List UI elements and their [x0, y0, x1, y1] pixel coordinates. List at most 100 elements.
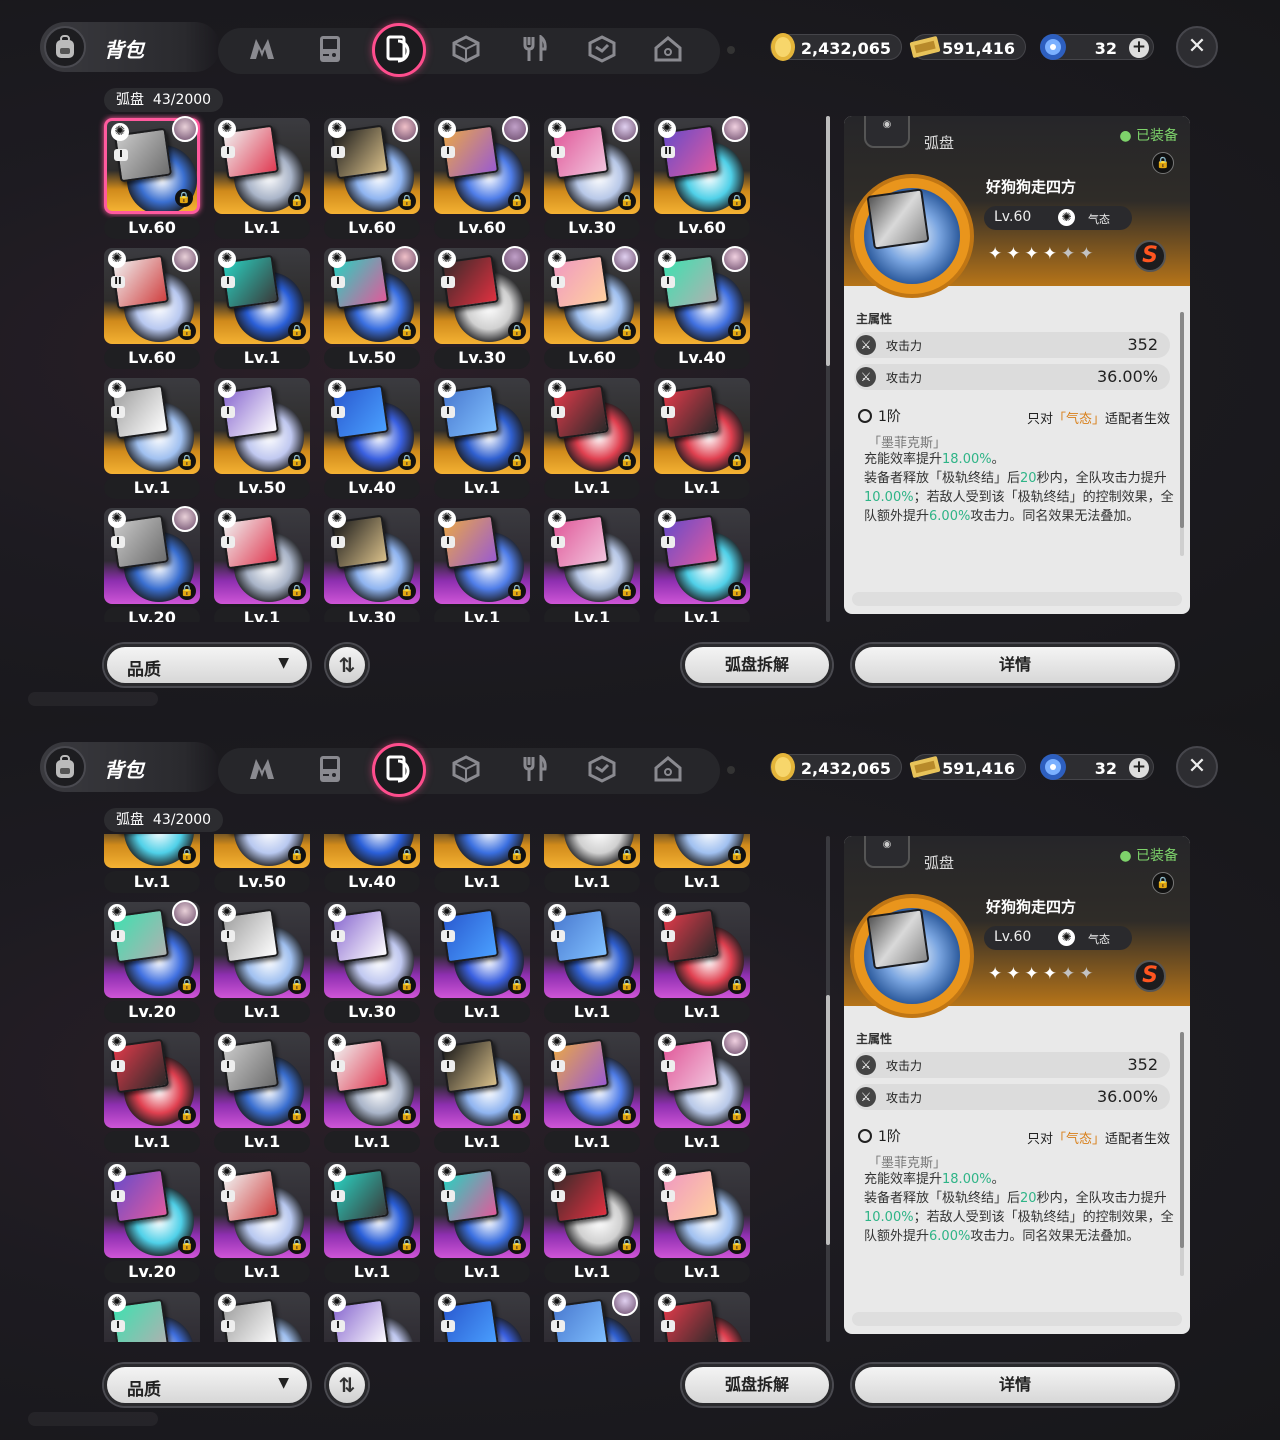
disc-item[interactable]: ✺I🔒Lv.40 [318, 834, 420, 900]
disc-item[interactable]: ✺I🔒 [98, 1290, 200, 1342]
disc-item[interactable]: ✺I🔒Lv.40 [318, 376, 420, 506]
detail-body[interactable]: 主属性 ⚔ 攻击力 352 ⚔ 攻击力 36.00% 1阶 只对「气态」适配者生… [844, 1006, 1190, 1334]
tab-n-logo[interactable] [244, 33, 280, 69]
disc-grid-viewport[interactable]: ✺ I 🔒 Lv.60 ✺ I 🔒 Lv.1 ✺ I 🔒 Lv.60 ✺ I 🔒 Lv.60 ✺ I 🔒 Lv.30 ✺… [98, 114, 764, 622]
disc-level: Lv.1 [324, 1131, 420, 1153]
disc-item[interactable]: ✺I🔒Lv.1 [538, 1160, 640, 1290]
disc-item[interactable]: ✺I🔒Lv.50 [318, 246, 420, 376]
disc-item[interactable]: ✺I🔒Lv.1 [648, 834, 750, 900]
tab-gameboy[interactable] [312, 33, 348, 69]
disc-item[interactable]: ✺I🔒Lv.50 [208, 376, 310, 506]
disc-item[interactable]: ✺I🔒Lv.1 [648, 1030, 750, 1160]
disc-item[interactable]: ✺ I 🔒 Lv.20 [98, 506, 200, 622]
disc-item[interactable]: ✺ I 🔒 Lv.60 [538, 246, 640, 376]
tab-cube[interactable] [448, 753, 484, 789]
disc-item[interactable]: ✺ I 🔒 Lv.30 [318, 506, 420, 622]
lock-toggle-button[interactable]: 🔒 [1152, 152, 1174, 174]
disc-item[interactable]: ✺ II 🔒 Lv.60 [98, 246, 200, 376]
disc-item[interactable]: ✺ I 🔒 Lv.30 [538, 116, 640, 246]
disc-item[interactable]: ✺I🔒Lv.50 [208, 834, 310, 900]
disc-item[interactable]: ✺ I 🔒 Lv.60 [98, 116, 200, 246]
grid-scroll-thumb[interactable] [826, 116, 830, 366]
detail-blurred-row [852, 1312, 1182, 1326]
disc-item[interactable]: ✺I🔒 [208, 1290, 310, 1342]
disc-item[interactable]: ✺I🔒Lv.1 [428, 376, 530, 506]
disc-item[interactable]: ✺I🔒Lv.1 [208, 1160, 310, 1290]
disc-grid-viewport[interactable]: ✺I🔒Lv.1✺I🔒Lv.50✺I🔒Lv.40✺I🔒Lv.1✺I🔒Lv.1✺I🔒… [98, 834, 764, 1342]
sort-order-button[interactable]: ⇅ [326, 644, 368, 686]
disc-item[interactable]: ✺I🔒Lv.1 [98, 834, 200, 900]
tab-discs[interactable] [372, 743, 426, 797]
detail-scrollbar[interactable] [1180, 312, 1184, 556]
tab-badge[interactable] [584, 753, 620, 789]
disc-item[interactable]: ✺I🔒Lv.1 [538, 1030, 640, 1160]
fork-spoon-icon [521, 753, 547, 787]
disc-item[interactable]: ✺I🔒Lv.40 [648, 246, 750, 376]
detail-scroll-thumb[interactable] [1180, 312, 1184, 528]
disc-item[interactable]: ✺I🔒Lv.1 [538, 900, 640, 1030]
disc-item[interactable]: ✺I🔒Lv.1 [648, 1160, 750, 1290]
disc-item[interactable]: ✺I🔒Lv.1 [428, 900, 530, 1030]
disc-item[interactable]: ✺I🔒Lv.1 [98, 1030, 200, 1160]
tab-house[interactable] [650, 33, 686, 69]
disc-item[interactable]: ✺I🔒 [648, 1290, 750, 1342]
disc-item[interactable]: ✺I🔒Lv.1 [208, 246, 310, 376]
disc-item[interactable]: ✺ II 🔒 Lv.60 [648, 116, 750, 246]
disc-item[interactable]: ✺I🔒Lv.1 [428, 1160, 530, 1290]
disc-item[interactable]: ✺ I 🔒 Lv.30 [428, 246, 530, 376]
disc-item[interactable]: ✺I🔒Lv.1 [538, 834, 640, 900]
grid-scroll-thumb[interactable] [826, 995, 830, 1245]
disc-item[interactable]: ✺I🔒 [538, 1290, 640, 1342]
close-button[interactable]: ✕ [1176, 26, 1218, 68]
detail-scrollbar[interactable] [1180, 1032, 1184, 1276]
disc-item[interactable]: ✺I🔒Lv.1 [428, 1030, 530, 1160]
tab-house[interactable] [650, 753, 686, 789]
disc-item[interactable]: ✺I🔒Lv.1 [428, 506, 530, 622]
disc-item[interactable]: ✺ I 🔒 Lv.60 [428, 116, 530, 246]
add-energy-button[interactable]: + [1129, 758, 1149, 778]
disc-item[interactable]: ✺I🔒 [428, 1290, 530, 1342]
quality-filter-dropdown[interactable]: 品质 ▼ [104, 644, 310, 686]
tab-food[interactable] [516, 33, 552, 69]
sort-order-button[interactable]: ⇅ [326, 1364, 368, 1406]
tab-badge[interactable] [584, 33, 620, 69]
disc-item[interactable]: ✺I🔒Lv.1 [538, 506, 640, 622]
disc-item[interactable]: ✺ I 🔒 Lv.60 [318, 116, 420, 246]
detail-scroll-thumb[interactable] [1180, 1032, 1184, 1248]
disc-item[interactable]: ✺I🔒Lv.1 [208, 900, 310, 1030]
grid-scrollbar[interactable] [826, 116, 830, 622]
lock-icon: 🔒 [618, 322, 636, 340]
tab-cube[interactable] [448, 33, 484, 69]
disc-item[interactable]: ✺I🔒Lv.1 [648, 506, 750, 622]
tab-discs[interactable] [372, 23, 426, 77]
close-button[interactable]: ✕ [1176, 746, 1218, 788]
disc-item[interactable]: ✺ I 🔒 Lv.20 [98, 1160, 200, 1290]
disc-level: Lv.60 [104, 347, 200, 369]
lock-toggle-button[interactable]: 🔒 [1152, 872, 1174, 894]
disc-item[interactable]: ✺I🔒 [318, 1290, 420, 1342]
disc-level: Lv.60 [994, 929, 1032, 945]
disc-item[interactable]: ✺ I 🔒 Lv.30 [318, 900, 420, 1030]
add-energy-button[interactable]: + [1129, 38, 1149, 58]
grid-scrollbar[interactable] [826, 836, 830, 1342]
disc-item[interactable]: ✺I🔒Lv.1 [208, 116, 310, 246]
detail-body[interactable]: 主属性 ⚔ 攻击力 352 ⚔ 攻击力 36.00% 1阶 只对「气态」适配者生… [844, 286, 1190, 614]
dismantle-button[interactable]: 弧盘拆解 [682, 644, 832, 686]
disc-item[interactable]: ✺I🔒Lv.1 [538, 376, 640, 506]
tab-gameboy[interactable] [312, 753, 348, 789]
disc-item[interactable]: ✺I🔒Lv.1 [428, 834, 530, 900]
details-button[interactable]: 详情 [852, 1364, 1178, 1406]
details-button[interactable]: 详情 [852, 644, 1178, 686]
disc-item[interactable]: ✺I🔒Lv.1 [648, 900, 750, 1030]
disc-item[interactable]: ✺I🔒Lv.1 [208, 506, 310, 622]
disc-item[interactable]: ✺ I 🔒 Lv.20 [98, 900, 200, 1030]
disc-item[interactable]: ✺I🔒Lv.1 [648, 376, 750, 506]
disc-item[interactable]: ✺I🔒Lv.1 [98, 376, 200, 506]
disc-item[interactable]: ✺I🔒Lv.1 [318, 1160, 420, 1290]
tab-n-logo[interactable] [244, 753, 280, 789]
disc-item[interactable]: ✺I🔒Lv.1 [208, 1030, 310, 1160]
disc-item[interactable]: ✺I🔒Lv.1 [318, 1030, 420, 1160]
dismantle-button[interactable]: 弧盘拆解 [682, 1364, 832, 1406]
tab-food[interactable] [516, 753, 552, 789]
quality-filter-dropdown[interactable]: 品质 ▼ [104, 1364, 310, 1406]
